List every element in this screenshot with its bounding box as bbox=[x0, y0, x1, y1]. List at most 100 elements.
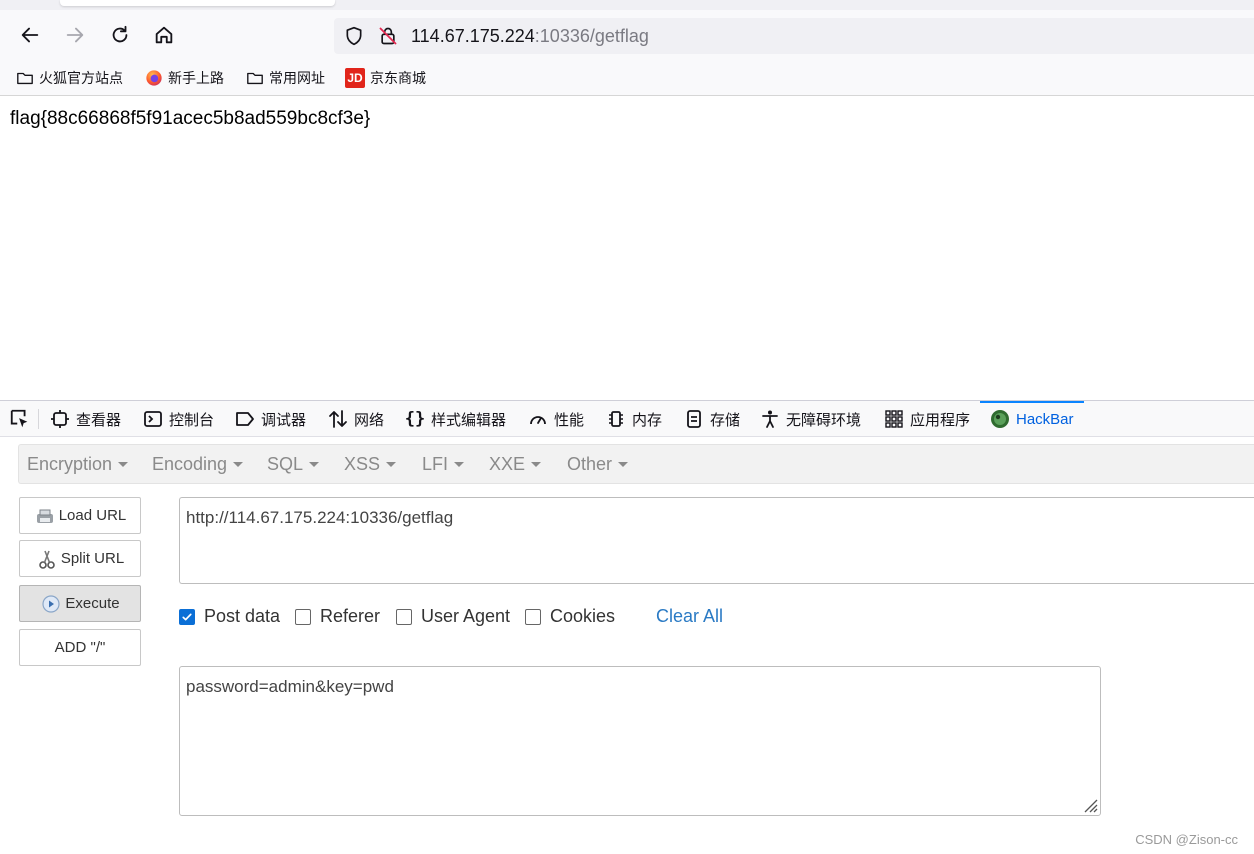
braces-icon: {} bbox=[404, 409, 426, 429]
firefox-icon bbox=[145, 69, 163, 87]
menu-xxe[interactable]: XXE bbox=[489, 454, 542, 475]
tab-application[interactable]: 应用程序 bbox=[884, 401, 970, 437]
tab-label: 网络 bbox=[354, 411, 385, 429]
tab-inspector[interactable]: 查看器 bbox=[50, 401, 121, 437]
tab-memory[interactable]: 内存 bbox=[606, 401, 662, 437]
option-label: Referer bbox=[320, 606, 381, 626]
user-agent-checkbox[interactable]: User Agent bbox=[396, 606, 510, 627]
cookies-checkbox[interactable]: Cookies bbox=[525, 606, 615, 627]
tab-label: 内存 bbox=[632, 411, 663, 429]
devtools-panel: 查看器 控制台 调试器 网络 {} 样式编辑器 性能 内存 存储 无障碍环境 应… bbox=[0, 400, 1254, 854]
tab-performance[interactable]: 性能 bbox=[528, 401, 584, 437]
caret-down-icon bbox=[118, 462, 129, 467]
menu-encryption[interactable]: Encryption bbox=[27, 454, 129, 475]
caret-down-icon bbox=[233, 462, 244, 467]
post-data-input[interactable]: password=admin&key=pwd bbox=[179, 666, 1101, 816]
reload-icon bbox=[112, 25, 128, 43]
back-button[interactable] bbox=[17, 22, 43, 48]
tab-label: 查看器 bbox=[76, 411, 122, 429]
watermark: CSDN @Zison-cc bbox=[1135, 832, 1238, 847]
menu-xss[interactable]: XSS bbox=[344, 454, 397, 475]
caret-down-icon bbox=[454, 462, 465, 467]
hackbar-url-input[interactable]: http://114.67.175.224:10336/getflag bbox=[179, 497, 1254, 584]
caret-down-icon bbox=[386, 462, 397, 467]
bookmark-jd-mall[interactable]: JD 京东商城 bbox=[345, 67, 426, 89]
menu-sql[interactable]: SQL bbox=[267, 454, 320, 475]
checkbox-unchecked-icon bbox=[525, 608, 541, 625]
tab-hackbar[interactable]: HackBar bbox=[980, 401, 1084, 437]
resize-grip-icon[interactable] bbox=[1080, 795, 1098, 813]
button-label: Execute bbox=[65, 595, 120, 612]
bookmark-label: 常用网址 bbox=[269, 70, 325, 86]
tab-console[interactable]: 控制台 bbox=[143, 401, 214, 437]
split-url-button[interactable]: Split URL bbox=[19, 540, 141, 577]
back-arrow-icon bbox=[21, 27, 39, 43]
bookmark-firefox-official[interactable]: 火狐官方站点 bbox=[16, 67, 123, 89]
tab-style-editor[interactable]: {} 样式编辑器 bbox=[405, 401, 506, 437]
bookmark-label: 火狐官方站点 bbox=[39, 70, 123, 86]
active-tab[interactable] bbox=[60, 0, 335, 6]
option-label: User Agent bbox=[421, 606, 511, 626]
menu-label: XSS bbox=[344, 454, 381, 474]
tab-accessibility[interactable]: 无障碍环境 bbox=[760, 401, 861, 437]
scissors-icon bbox=[36, 548, 58, 570]
hackbar-menu: Encryption Encoding SQL XSS LFI XXE Othe… bbox=[18, 444, 1254, 484]
tab-debugger[interactable]: 调试器 bbox=[235, 401, 306, 437]
checkbox-unchecked-icon bbox=[396, 608, 412, 625]
reload-button[interactable] bbox=[107, 22, 133, 48]
url-host: 114.67.175.224 bbox=[411, 26, 535, 46]
bookmark-label: 新手上路 bbox=[168, 70, 224, 86]
menu-other[interactable]: Other bbox=[567, 454, 629, 475]
memory-icon bbox=[606, 409, 626, 429]
hackbar-icon bbox=[990, 409, 1010, 429]
bookmark-common-sites[interactable]: 常用网址 bbox=[246, 67, 325, 89]
tab-label: 应用程序 bbox=[910, 411, 971, 429]
tab-label: 无障碍环境 bbox=[786, 411, 862, 429]
menu-encoding[interactable]: Encoding bbox=[152, 454, 244, 475]
storage-icon bbox=[684, 409, 704, 429]
url-text[interactable]: 114.67.175.224:10336/getflag bbox=[411, 26, 649, 46]
insecure-lock-icon[interactable] bbox=[378, 26, 398, 46]
performance-icon bbox=[528, 409, 548, 429]
menu-label: Other bbox=[567, 454, 613, 474]
address-bar[interactable]: 114.67.175.224:10336/getflag bbox=[334, 18, 1254, 54]
application-icon bbox=[884, 409, 904, 429]
clear-all-link[interactable]: Clear All bbox=[656, 606, 723, 627]
jd-icon: JD bbox=[345, 68, 365, 88]
menu-lfi[interactable]: LFI bbox=[422, 454, 465, 475]
tab-label: 性能 bbox=[554, 411, 585, 429]
bookmarks-toolbar: 火狐官方站点 新手上路 常用网址 JD 京东商城 bbox=[0, 62, 1254, 96]
play-icon bbox=[40, 593, 62, 615]
tab-label: 调试器 bbox=[261, 411, 307, 429]
console-icon bbox=[143, 409, 163, 429]
post-data-checkbox[interactable]: Post data bbox=[179, 606, 280, 627]
bookmark-getting-started[interactable]: 新手上路 bbox=[145, 67, 224, 89]
tab-label: 存储 bbox=[710, 411, 741, 429]
menu-label: SQL bbox=[267, 454, 304, 474]
folder-icon bbox=[246, 69, 264, 87]
menu-label: LFI bbox=[422, 454, 449, 474]
execute-button[interactable]: Execute bbox=[19, 585, 141, 622]
menu-label: XXE bbox=[489, 454, 526, 474]
home-button[interactable] bbox=[151, 22, 177, 48]
forward-button[interactable] bbox=[62, 22, 88, 48]
tracking-protection-shield-icon[interactable] bbox=[344, 26, 364, 46]
tab-label: HackBar bbox=[1016, 410, 1074, 428]
caret-down-icon bbox=[309, 462, 320, 467]
tab-storage[interactable]: 存储 bbox=[684, 401, 740, 437]
element-picker-button[interactable] bbox=[8, 408, 32, 430]
button-label: Load URL bbox=[58, 507, 127, 524]
button-label: ADD "/" bbox=[54, 639, 106, 656]
picker-cursor-icon bbox=[10, 409, 28, 428]
referer-checkbox[interactable]: Referer bbox=[295, 606, 380, 627]
url-path: :10336/getflag bbox=[534, 26, 649, 46]
add-slash-button[interactable]: ADD "/" bbox=[19, 629, 141, 666]
tab-network[interactable]: 网络 bbox=[328, 401, 384, 437]
inspector-icon bbox=[50, 409, 70, 429]
debugger-icon bbox=[235, 409, 255, 429]
tab-strip bbox=[0, 0, 1254, 10]
menu-label: Encoding bbox=[152, 454, 228, 474]
caret-down-icon bbox=[531, 462, 542, 467]
load-url-button[interactable]: Load URL bbox=[19, 497, 141, 534]
menu-label: Encryption bbox=[27, 454, 113, 474]
